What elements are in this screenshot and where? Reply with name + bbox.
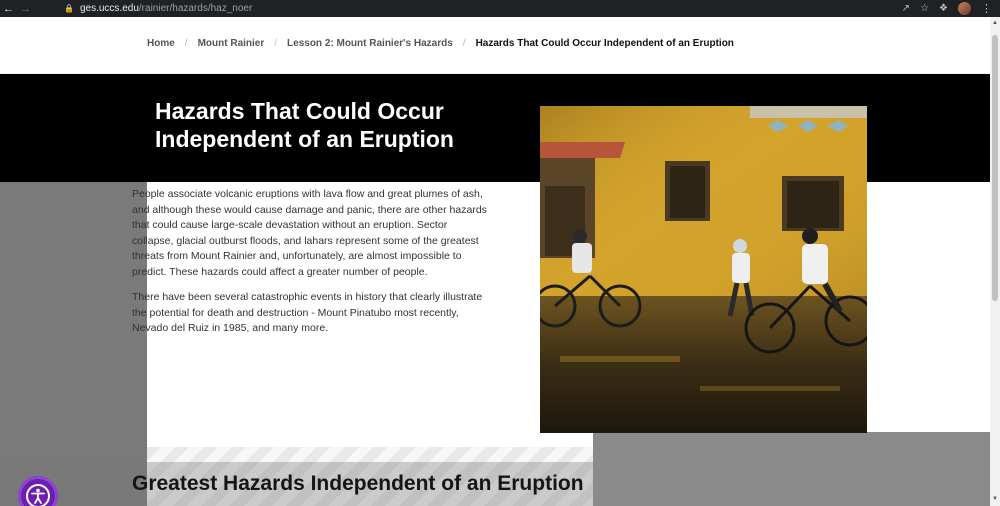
scroll-up-icon[interactable]: ▲: [992, 20, 998, 26]
section-title: Greatest Hazards Independent of an Erupt…: [132, 472, 584, 495]
share-icon[interactable]: ↗: [902, 3, 910, 14]
url-host: ges.uccs.edu: [79, 3, 139, 14]
breadcrumb-bar: Home / Mount Rainier / Lesson 2: Mount R…: [0, 17, 990, 73]
flood-photo: [540, 106, 867, 433]
page-title: Hazards That Could Occur Independent of …: [155, 98, 454, 152]
page: Home / Mount Rainier / Lesson 2: Mount R…: [0, 17, 990, 506]
back-arrow-icon[interactable]: ←: [0, 0, 17, 17]
menu-icon[interactable]: ⋮: [981, 2, 992, 15]
breadcrumb-lesson-2[interactable]: Lesson 2: Mount Rainier's Hazards: [287, 38, 453, 49]
breadcrumb: Home / Mount Rainier / Lesson 2: Mount R…: [147, 38, 734, 49]
breadcrumb-separator: /: [184, 38, 188, 49]
breadcrumb-separator: /: [274, 38, 278, 49]
accessibility-icon: [26, 484, 50, 506]
scrollbar-thumb[interactable]: [992, 35, 998, 301]
puzzle-icon[interactable]: ❖: [939, 3, 948, 14]
breadcrumb-mount-rainier[interactable]: Mount Rainier: [198, 38, 265, 49]
browser-toolbar: ← → 🔒 ges.uccs.edu/rainier/hazards/haz_n…: [0, 0, 1000, 17]
breadcrumb-home[interactable]: Home: [147, 38, 175, 49]
decorative-gray-panel: [0, 182, 147, 506]
flooded-street-cyclists-image: [540, 106, 867, 433]
intro-paragraph-1: People associate volcanic eruptions with…: [132, 188, 487, 278]
breadcrumb-separator: /: [462, 38, 466, 49]
scroll-down-icon[interactable]: ▼: [992, 496, 998, 502]
intro-paragraph-2: There have been several catastrophic eve…: [132, 291, 483, 334]
lock-icon: 🔒: [64, 4, 74, 13]
forward-arrow-icon[interactable]: →: [17, 0, 34, 17]
decorative-gray-panel-bottom: [593, 432, 990, 506]
address-bar[interactable]: 🔒 ges.uccs.edu/rainier/hazards/haz_noer: [64, 0, 252, 17]
intro-text: People associate volcanic eruptions with…: [132, 187, 487, 347]
star-icon[interactable]: ☆: [920, 3, 929, 14]
profile-avatar[interactable]: [958, 2, 971, 15]
url-path: /rainier/hazards/haz_noer: [138, 3, 253, 14]
breadcrumb-current: Hazards That Could Occur Independent of …: [475, 38, 734, 49]
